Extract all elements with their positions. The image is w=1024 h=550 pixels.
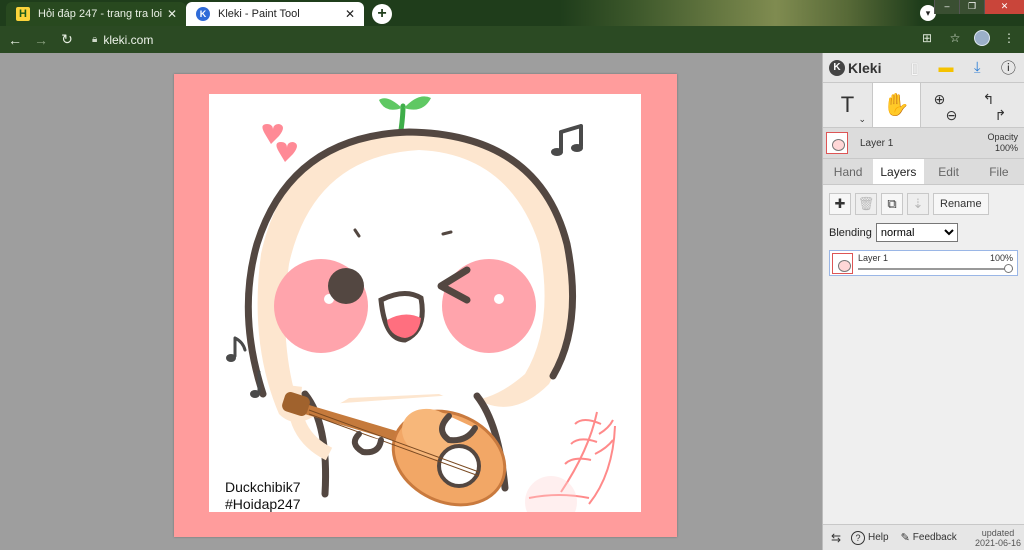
kleki-favicon-icon: K: [196, 7, 210, 21]
tab-title: Kleki - Paint Tool: [218, 8, 300, 20]
feedback-icon: ✎: [900, 532, 910, 544]
layer-thumbnail: [826, 132, 848, 154]
layer-list-item[interactable]: Layer 1 100%: [829, 250, 1018, 276]
canvas-workspace[interactable]: Duckchibik7 #Hoidap247: [0, 53, 822, 550]
redo-icon[interactable]: ↱: [995, 107, 1007, 123]
updated-label: updated: [981, 527, 1015, 538]
rename-button[interactable]: Rename: [933, 193, 989, 215]
help-link[interactable]: ? Help: [851, 530, 889, 545]
chibi-drawing: [226, 96, 616, 512]
current-layer-name: Layer 1: [860, 137, 894, 149]
tab-layers[interactable]: Layers: [873, 159, 924, 184]
layer-thumbnail: [832, 252, 853, 274]
layers-panel: ✚ 🗑︎ ⧉ ⇣ Rename Blending normal Layer 1 …: [823, 185, 1024, 545]
signature-tag: #Hoidap247: [225, 496, 301, 512]
kleki-logo-icon: K: [829, 59, 845, 76]
download-icon[interactable]: ⤓: [962, 59, 993, 76]
hoidap-favicon-icon: H: [16, 7, 30, 21]
add-layer-button[interactable]: ✚: [829, 193, 851, 215]
duplicate-layer-button[interactable]: ⧉: [881, 193, 903, 215]
blending-select[interactable]: normal: [875, 223, 958, 242]
slider-handle[interactable]: [1004, 264, 1013, 273]
layer-opacity-slider[interactable]: [858, 264, 1013, 273]
swap-side-icon[interactable]: ⇆: [823, 531, 849, 545]
new-tab-button[interactable]: +: [372, 4, 392, 24]
opacity-value: 100%: [994, 143, 1018, 153]
kleki-logo[interactable]: K Kleki: [829, 59, 899, 76]
help-icon[interactable]: ⓘ: [993, 57, 1024, 78]
panel-topbar: K Kleki ▯ ▬ ⤓ ⓘ: [823, 53, 1024, 83]
updated-info: updated 2021-06-16: [975, 528, 1021, 548]
close-window-icon[interactable]: ✕: [984, 0, 1024, 14]
zoom-out-icon[interactable]: ⊖: [946, 107, 958, 123]
merge-down-button[interactable]: ⇣: [907, 193, 929, 215]
blending-label: Blending: [829, 226, 872, 239]
tabstrip-background-image: [560, 0, 920, 26]
opacity-label: Opacity: [987, 132, 1018, 142]
reload-icon[interactable]: ↻: [56, 31, 78, 48]
text-tool-icon[interactable]: T ⌄: [823, 83, 872, 127]
opacity-readout: Opacity 100%: [987, 132, 1018, 154]
current-layer-info: Layer 1 Opacity 100%: [823, 128, 1024, 159]
logo-text: Kleki: [848, 59, 882, 76]
forward-arrow-icon[interactable]: →: [30, 32, 52, 48]
chevron-down-icon[interactable]: ⌄: [858, 114, 866, 125]
layer-item-opacity: 100%: [989, 253, 1013, 263]
close-icon[interactable]: ✕: [164, 7, 180, 21]
address-bar: ← → ↻ 🔒︎ kleki.com ⊞ ☆ ⋮: [0, 26, 1024, 53]
feedback-label: Feedback: [912, 532, 957, 543]
layer-item-name: Layer 1: [858, 253, 889, 263]
translate-icon[interactable]: ⊞: [918, 31, 936, 45]
tab-file[interactable]: File: [974, 159, 1024, 184]
blending-row: Blending normal: [829, 223, 1018, 242]
updated-date: 2021-06-16: [974, 537, 1021, 548]
tab-edit[interactable]: Edit: [924, 159, 974, 184]
zoom-controls: ⊕ ⊖: [921, 83, 970, 127]
canvas-frame[interactable]: Duckchibik7 #Hoidap247: [174, 74, 677, 537]
tab-title: Hỏi đáp 247 - trang tra loi: [38, 8, 163, 20]
more-menu-icon[interactable]: ⋮: [1000, 31, 1018, 45]
restore-icon[interactable]: ❐: [959, 0, 984, 14]
signature-name: Duckchibik7: [225, 479, 301, 495]
undo-icon[interactable]: ↰: [983, 91, 1007, 107]
avatar[interactable]: [974, 30, 990, 46]
open-folder-icon[interactable]: ▬: [930, 59, 961, 76]
help-circle-icon: ?: [851, 530, 865, 545]
tab-kleki[interactable]: K Kleki - Paint Tool ✕: [186, 2, 364, 26]
close-icon[interactable]: ✕: [342, 7, 358, 21]
tab-hand[interactable]: Hand: [823, 159, 873, 184]
panel-bottombar: ⇆ ? Help ✎ Feedback updated 2021-06-16: [823, 524, 1024, 550]
feedback-link[interactable]: ✎ Feedback: [901, 531, 957, 544]
drawing-canvas[interactable]: Duckchibik7 #Hoidap247: [209, 94, 641, 512]
delete-layer-button[interactable]: 🗑︎: [855, 193, 877, 215]
tool-row: T ⌄ ✋ ⊕ ⊖ ↰ ↱: [823, 83, 1024, 128]
new-image-icon[interactable]: ▯: [899, 59, 930, 77]
hand-tool-icon[interactable]: ✋: [872, 83, 921, 127]
panel-tabs: Hand Layers Edit File: [823, 159, 1024, 185]
lock-icon[interactable]: 🔒︎: [92, 34, 97, 45]
layer-actions: ✚ 🗑︎ ⧉ ⇣ Rename: [829, 193, 1018, 215]
zoom-in-icon[interactable]: ⊕: [934, 91, 958, 107]
browser-tab-strip: H Hỏi đáp 247 - trang tra loi ✕ K Kleki …: [0, 0, 1024, 26]
help-label: Help: [868, 532, 889, 543]
back-arrow-icon[interactable]: ←: [4, 32, 26, 48]
tab-hoidap[interactable]: H Hỏi đáp 247 - trang tra loi ✕: [6, 2, 186, 26]
kleki-side-panel: K Kleki ▯ ▬ ⤓ ⓘ T ⌄ ✋ ⊕ ⊖ ↰ ↱ Layer 1 Opa…: [822, 53, 1024, 550]
minimize-icon[interactable]: –: [934, 0, 959, 14]
window-controls: – ❐ ✕: [934, 0, 1024, 14]
star-icon[interactable]: ☆: [946, 31, 964, 45]
undo-redo-controls: ↰ ↱: [970, 83, 1019, 127]
url-text[interactable]: kleki.com: [103, 33, 153, 47]
